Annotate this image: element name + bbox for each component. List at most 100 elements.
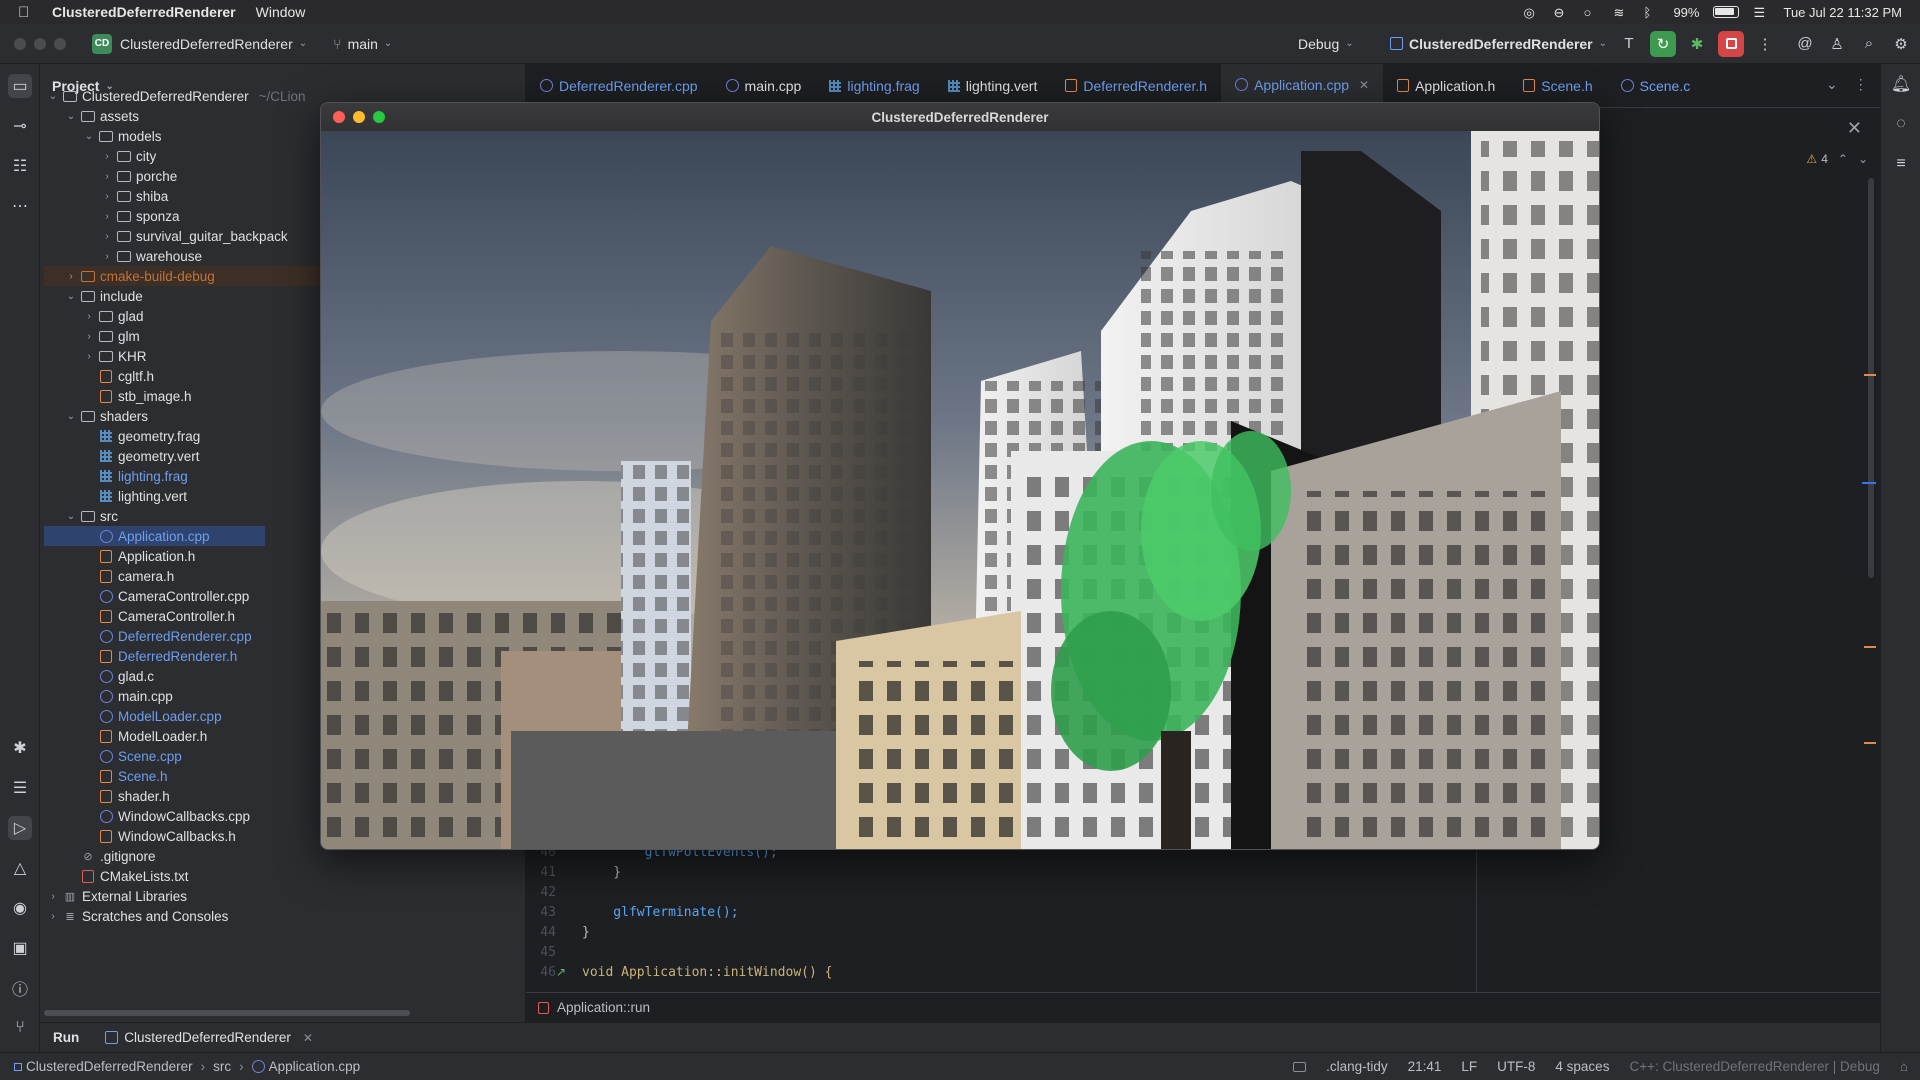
chevron-down-icon[interactable]: ⌄ [64, 511, 78, 522]
battery-icon[interactable] [1713, 6, 1740, 18]
zoom-window-button[interactable] [54, 37, 66, 50]
close-icon[interactable]: ✕ [303, 1031, 313, 1045]
stop-button[interactable] [1718, 30, 1744, 57]
tree-item[interactable]: ⊘ .gitignore [44, 846, 155, 866]
window-menu[interactable]: Window [256, 4, 306, 20]
breadcrumb-function[interactable]: Application::run [557, 1000, 650, 1015]
status-path-folder[interactable]: src [213, 1059, 231, 1074]
services-play-icon[interactable]: ◉ [8, 896, 32, 920]
code-line[interactable]: 43 glfwTerminate(); [526, 905, 738, 925]
tree-item[interactable]: › KHR [44, 346, 146, 366]
tree-item[interactable]: geometry.vert [44, 446, 200, 466]
code-line[interactable]: 44} [526, 925, 589, 945]
chevron-right-icon[interactable]: › [100, 191, 114, 202]
close-window-button[interactable] [14, 37, 26, 50]
tree-item[interactable]: CameraController.cpp [44, 586, 249, 606]
tree-item[interactable]: › ≣ Scratches and Consoles [44, 906, 228, 926]
tree-item[interactable]: › glad [44, 306, 143, 326]
app-menu[interactable]: ClusteredDeferredRenderer [52, 4, 236, 20]
tree-item[interactable]: CameraController.h [44, 606, 235, 626]
clock[interactable]: Tue Jul 22 11:32 PM [1783, 5, 1902, 20]
inspection-widget[interactable]: ⚠ 4 ⌃ ⌄ [1806, 152, 1868, 166]
tree-item[interactable]: ModelLoader.cpp [44, 706, 222, 726]
vertical-scrollbar[interactable] [1868, 178, 1874, 578]
run-tab[interactable]: Run [53, 1030, 79, 1045]
minimize-button[interactable] [353, 111, 365, 123]
tree-item[interactable]: WindowCallbacks.h [44, 826, 236, 846]
run-config-tab[interactable]: ClusteredDeferredRenderer [124, 1030, 291, 1045]
tree-item[interactable]: glad.c [44, 666, 154, 686]
tree-item[interactable]: lighting.vert [44, 486, 187, 506]
build-config-selector[interactable]: Debug ⌄ [1298, 36, 1354, 52]
tree-item[interactable]: ⌄ include [44, 286, 143, 306]
sync-icon[interactable]: ⊖ [1553, 5, 1569, 20]
tree-item[interactable]: ⌄ models [44, 126, 162, 146]
tree-item[interactable]: › warehouse [44, 246, 202, 266]
commit-icon[interactable]: ⊸ [8, 114, 32, 138]
chevron-right-icon[interactable]: › [82, 311, 96, 322]
tree-item[interactable]: Application.cpp [44, 526, 265, 546]
more-tools-icon[interactable]: ⋯ [8, 194, 32, 218]
services-icon[interactable]: ☰ [8, 776, 32, 800]
run-icon[interactable]: ▷ [8, 816, 32, 840]
horizontal-scrollbar[interactable] [44, 1010, 410, 1016]
file-encoding[interactable]: UTF-8 [1497, 1059, 1535, 1074]
git-icon[interactable]: ⑂ [8, 1016, 32, 1040]
tree-item[interactable]: ⌄ ClusteredDeferredRenderer ~/CLion [44, 86, 306, 106]
chevron-right-icon[interactable]: › [100, 171, 114, 182]
tree-item[interactable]: Scene.cpp [44, 746, 182, 766]
implementation-marker-icon[interactable]: ↗ [556, 965, 566, 979]
chevron-right-icon[interactable]: › [100, 251, 114, 262]
chevron-down-icon[interactable]: ⌄ [82, 131, 96, 142]
lock-icon[interactable]: ⌂ [1900, 1059, 1908, 1074]
tree-item[interactable]: ⌄ src [44, 506, 118, 526]
chevron-down-icon[interactable]: ⌄ [46, 91, 60, 102]
run-target-selector[interactable]: ClusteredDeferredRenderer ⌄ [1390, 36, 1607, 52]
tree-item[interactable]: main.cpp [44, 686, 173, 706]
renderer-app-window[interactable]: ClusteredDeferredRenderer [320, 102, 1600, 850]
tree-item[interactable]: Scene.h [44, 766, 168, 786]
minimize-window-button[interactable] [34, 37, 46, 50]
tree-item[interactable]: ⌄ assets [44, 106, 139, 126]
tree-item[interactable]: WindowCallbacks.cpp [44, 806, 250, 826]
editor-tab[interactable]: DeferredRenderer.cpp [526, 64, 712, 108]
chevron-down-icon[interactable]: ⌄ [1858, 152, 1868, 166]
debug-icon[interactable]: ✱ [8, 736, 32, 760]
status-path-project[interactable]: ClusteredDeferredRenderer [26, 1059, 193, 1074]
focus-icon[interactable]: ◎ [1523, 5, 1539, 20]
tree-item[interactable]: CMakeLists.txt [44, 866, 189, 886]
search-icon[interactable]: ⌕ [1856, 31, 1882, 57]
tree-item[interactable]: ⌄ shaders [44, 406, 148, 426]
wifi-icon[interactable]: ≋ [1613, 5, 1629, 20]
close-tab-icon[interactable]: ✕ [1359, 78, 1369, 92]
control-center-icon[interactable]: ☰ [1753, 5, 1769, 20]
rerun-button[interactable]: ↻ [1650, 30, 1676, 57]
tree-item[interactable]: stb_image.h [44, 386, 192, 406]
code-line[interactable]: 42 [526, 885, 582, 905]
chevron-right-icon[interactable]: › [100, 151, 114, 162]
close-icon[interactable]: ✕ [1847, 118, 1862, 139]
branch-selector[interactable]: ⑂ main ⌄ [333, 36, 392, 52]
tree-item[interactable]: cgltf.h [44, 366, 154, 386]
problems-icon[interactable]: △ [8, 856, 32, 880]
tree-item[interactable]: › survival_guitar_backpack [44, 226, 287, 246]
chevron-right-icon[interactable]: › [100, 211, 114, 222]
chevron-right-icon[interactable]: › [64, 271, 78, 282]
gear-icon[interactable]: ⚙ [1888, 31, 1914, 57]
chevron-right-icon[interactable]: › [46, 891, 60, 902]
chevron-right-icon[interactable]: › [82, 351, 96, 362]
tree-item[interactable]: geometry.frag [44, 426, 200, 446]
structure-icon[interactable]: ☷ [8, 154, 32, 178]
close-button[interactable] [333, 111, 345, 123]
editor-tab[interactable]: DeferredRenderer.h [1051, 64, 1221, 108]
tree-item[interactable]: shader.h [44, 786, 170, 806]
editor-tab[interactable]: Scene.h [1509, 64, 1606, 108]
tree-item[interactable]: ModelLoader.h [44, 726, 207, 746]
editor-tab[interactable]: Application.cpp ✕ [1221, 63, 1384, 108]
tree-item[interactable]: Application.h [44, 546, 195, 566]
chevron-up-icon[interactable]: ⌃ [1838, 152, 1848, 166]
bluetooth-icon[interactable]: ᛒ [1643, 5, 1659, 20]
editor-tab[interactable]: Application.h [1383, 64, 1509, 108]
build-hammer-icon[interactable]: T [1616, 31, 1642, 57]
project-badge[interactable]: CD [92, 33, 112, 54]
